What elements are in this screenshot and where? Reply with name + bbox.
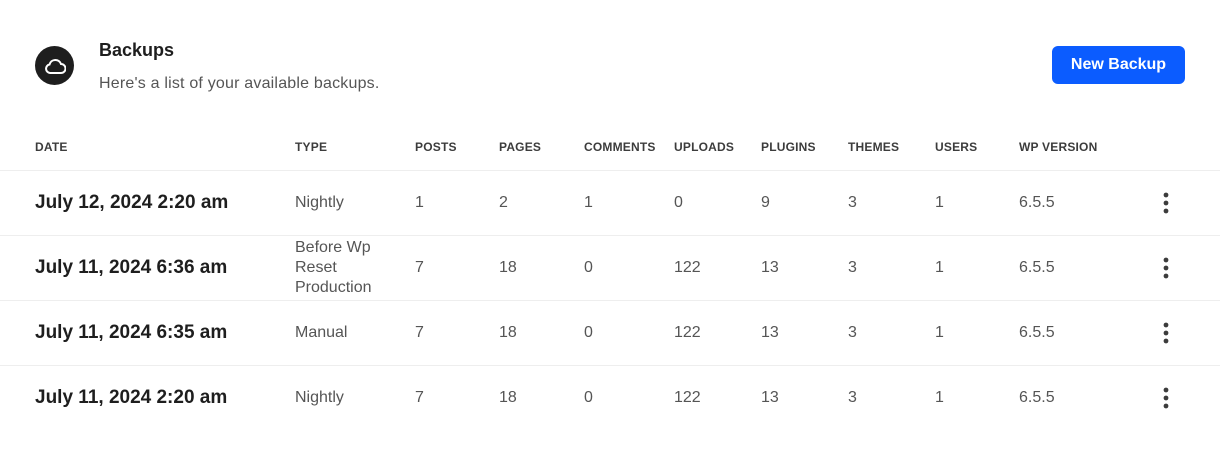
backup-posts: 1 bbox=[415, 194, 424, 211]
backup-wp-version: 6.5.5 bbox=[1019, 259, 1055, 276]
column-header-themes: THEMES bbox=[848, 140, 900, 154]
more-vertical-icon[interactable] bbox=[1156, 385, 1176, 411]
page-header: Backups Here's a list of your available … bbox=[0, 0, 1220, 120]
more-vertical-icon[interactable] bbox=[1156, 190, 1176, 216]
more-vertical-icon[interactable] bbox=[1156, 255, 1176, 281]
column-header-type: TYPE bbox=[295, 140, 328, 154]
backup-wp-version: 6.5.5 bbox=[1019, 324, 1055, 341]
backup-posts: 7 bbox=[415, 324, 424, 341]
backup-plugins: 13 bbox=[761, 324, 779, 341]
column-header-uploads: UPLOADS bbox=[674, 140, 735, 154]
backup-uploads: 122 bbox=[674, 324, 701, 341]
backup-type: Manual bbox=[295, 324, 348, 341]
backup-themes: 3 bbox=[848, 259, 857, 276]
backup-pages: 18 bbox=[499, 324, 517, 341]
backup-date: July 11, 2024 6:36 am bbox=[35, 257, 228, 278]
column-header-wp-version: WP VERSION bbox=[1019, 140, 1098, 154]
backup-pages: 18 bbox=[499, 389, 517, 406]
backup-users: 1 bbox=[935, 324, 944, 341]
backup-themes: 3 bbox=[848, 324, 857, 341]
table-row: July 11, 2024 6:36 am Before Wp Reset Pr… bbox=[0, 235, 1220, 300]
backup-plugins: 13 bbox=[761, 259, 779, 276]
backup-pages: 18 bbox=[499, 259, 517, 276]
column-header-pages: PAGES bbox=[499, 140, 542, 154]
backup-comments: 0 bbox=[584, 259, 593, 276]
backups-table: DATE TYPE POSTS PAGES COMMENTS UPLOADS P… bbox=[0, 120, 1220, 430]
backup-users: 1 bbox=[935, 259, 944, 276]
backup-themes: 3 bbox=[848, 194, 857, 211]
backup-type: Before Wp Reset Production bbox=[295, 239, 372, 296]
backup-uploads: 122 bbox=[674, 389, 701, 406]
backup-users: 1 bbox=[935, 194, 944, 211]
backup-date: July 11, 2024 6:35 am bbox=[35, 322, 228, 343]
backup-uploads: 122 bbox=[674, 259, 701, 276]
table-row: July 11, 2024 2:20 am Nightly 7 18 0 122… bbox=[0, 365, 1220, 430]
backup-comments: 1 bbox=[584, 194, 593, 211]
table-row: July 12, 2024 2:20 am Nightly 1 2 1 0 9 … bbox=[0, 170, 1220, 235]
backup-comments: 0 bbox=[584, 389, 593, 406]
table-row: July 11, 2024 6:35 am Manual 7 18 0 122 … bbox=[0, 300, 1220, 365]
page-subtitle: Here's a list of your available backups. bbox=[99, 75, 380, 92]
backup-type: Nightly bbox=[295, 389, 344, 406]
cloud-icon bbox=[35, 46, 74, 85]
more-vertical-icon[interactable] bbox=[1156, 320, 1176, 346]
table-header: DATE TYPE POSTS PAGES COMMENTS UPLOADS P… bbox=[0, 120, 1220, 170]
column-header-plugins: PLUGINS bbox=[761, 140, 816, 154]
new-backup-button[interactable]: New Backup bbox=[1052, 46, 1185, 84]
backup-themes: 3 bbox=[848, 389, 857, 406]
backup-wp-version: 6.5.5 bbox=[1019, 389, 1055, 406]
backup-uploads: 0 bbox=[674, 194, 683, 211]
backup-date: July 11, 2024 2:20 am bbox=[35, 387, 228, 408]
column-header-date: DATE bbox=[35, 140, 68, 154]
backup-date: July 12, 2024 2:20 am bbox=[35, 192, 229, 213]
backup-pages: 2 bbox=[499, 194, 508, 211]
backup-wp-version: 6.5.5 bbox=[1019, 194, 1055, 211]
column-header-posts: POSTS bbox=[415, 140, 457, 154]
backup-plugins: 9 bbox=[761, 194, 770, 211]
page-title: Backups bbox=[99, 40, 175, 60]
backup-comments: 0 bbox=[584, 324, 593, 341]
backup-users: 1 bbox=[935, 389, 944, 406]
backup-posts: 7 bbox=[415, 259, 424, 276]
backup-plugins: 13 bbox=[761, 389, 779, 406]
backup-posts: 7 bbox=[415, 389, 424, 406]
column-header-comments: COMMENTS bbox=[584, 140, 656, 154]
column-header-users: USERS bbox=[935, 140, 978, 154]
backup-type: Nightly bbox=[295, 194, 344, 211]
